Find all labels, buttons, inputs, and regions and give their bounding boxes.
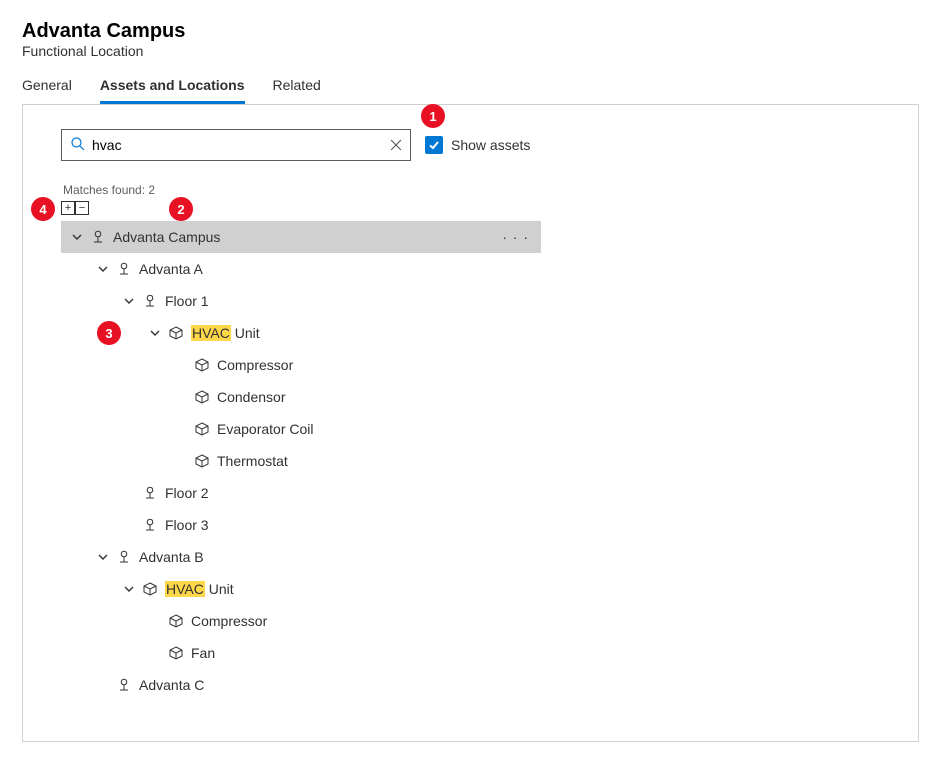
tree-label: HVAC Unit (165, 581, 234, 597)
search-input[interactable] (86, 130, 390, 160)
callout-4: 4 (31, 197, 55, 221)
tree-row[interactable]: Advanta A (61, 253, 880, 285)
tree-row[interactable]: Floor 1 (61, 285, 880, 317)
location-icon (117, 550, 131, 564)
tree-row[interactable]: Evaporator Coil (61, 413, 880, 445)
chevron-down-icon[interactable] (121, 584, 137, 594)
location-icon (117, 678, 131, 692)
asset-icon (169, 646, 183, 660)
chevron-down-icon[interactable] (147, 328, 163, 338)
location-icon (117, 262, 131, 276)
tab-general[interactable]: General (22, 77, 72, 104)
tree-row[interactable]: Advanta C (61, 669, 880, 701)
callout-1: 1 (421, 104, 445, 128)
tree-row[interactable]: Compressor (61, 605, 880, 637)
tree-row[interactable]: Thermostat (61, 445, 880, 477)
tab-assets-locations[interactable]: Assets and Locations (100, 77, 245, 104)
clear-search-icon[interactable] (390, 139, 402, 151)
more-icon[interactable]: · · · (502, 229, 529, 245)
page-subtitle: Functional Location (22, 43, 919, 59)
search-highlight: HVAC (191, 325, 231, 341)
show-assets-toggle[interactable]: 1 Show assets (425, 136, 530, 154)
tree-label: Condensor (217, 389, 286, 405)
asset-icon (169, 326, 183, 340)
callout-2: 2 (169, 197, 193, 221)
show-assets-label: Show assets (451, 137, 530, 153)
checkbox-checked-icon (425, 136, 443, 154)
asset-icon (195, 358, 209, 372)
tree-label: Advanta A (139, 261, 203, 277)
search-highlight: HVAC (165, 581, 205, 597)
tree-label: Floor 3 (165, 517, 209, 533)
tree-row[interactable]: Compressor (61, 349, 880, 381)
chevron-down-icon[interactable] (95, 264, 111, 274)
matches-found-label: Matches found: 2 (63, 183, 880, 197)
search-icon (70, 136, 86, 155)
tree-row[interactable]: Condensor (61, 381, 880, 413)
tree-row[interactable]: Advanta B (61, 541, 880, 573)
content-panel: 1 Show assets Matches found: 2 2 4 + − A… (22, 105, 919, 742)
location-icon (143, 294, 157, 308)
tree-label: HVAC Unit (191, 325, 260, 341)
asset-icon (195, 422, 209, 436)
callout-3: 3 (97, 321, 121, 345)
tab-related[interactable]: Related (273, 77, 321, 104)
tree-label: Advanta Campus (113, 229, 220, 245)
tree-label: Fan (191, 645, 215, 661)
asset-icon (143, 582, 157, 596)
location-icon (143, 518, 157, 532)
location-icon (91, 230, 105, 244)
tree-label: Compressor (217, 357, 293, 373)
tree-label: Compressor (191, 613, 267, 629)
tree-row-hvac-match[interactable]: 3 HVAC Unit (61, 317, 880, 349)
tree-label: Floor 2 (165, 485, 209, 501)
tree-label: Evaporator Coil (217, 421, 314, 437)
expand-all-button[interactable]: + (61, 201, 75, 215)
tree-label: Advanta C (139, 677, 204, 693)
chevron-down-icon[interactable] (121, 296, 137, 306)
tree-label: Thermostat (217, 453, 288, 469)
tree: Advanta Campus · · · Advanta A Floor 1 3… (61, 221, 880, 701)
collapse-all-button[interactable]: − (75, 201, 89, 215)
tree-row[interactable]: Floor 2 (61, 477, 880, 509)
location-icon (143, 486, 157, 500)
chevron-down-icon[interactable] (69, 232, 85, 242)
tree-row-hvac-match[interactable]: HVAC Unit (61, 573, 880, 605)
asset-icon (195, 454, 209, 468)
tree-row[interactable]: Fan (61, 637, 880, 669)
page-title: Advanta Campus (22, 20, 919, 43)
search-box[interactable] (61, 129, 411, 161)
tree-row-root[interactable]: Advanta Campus · · · (61, 221, 541, 253)
tree-label: Advanta B (139, 549, 204, 565)
tree-label: Floor 1 (165, 293, 209, 309)
tree-row[interactable]: Floor 3 (61, 509, 880, 541)
chevron-down-icon[interactable] (95, 552, 111, 562)
asset-icon (169, 614, 183, 628)
tabs: General Assets and Locations Related (22, 77, 919, 104)
asset-icon (195, 390, 209, 404)
